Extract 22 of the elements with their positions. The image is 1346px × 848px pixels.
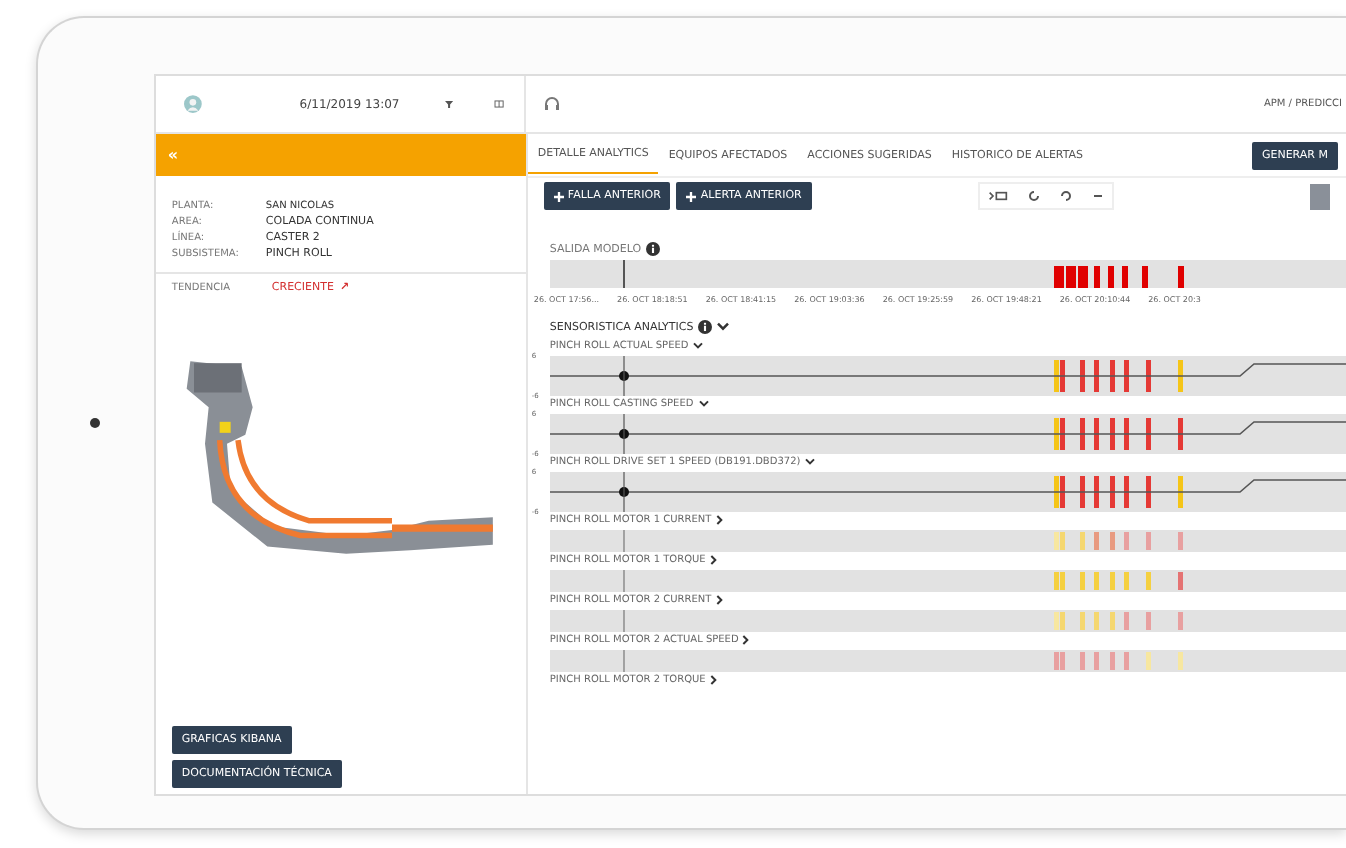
chevron-right-icon[interactable]: [715, 514, 724, 526]
zoom-out-icon[interactable]: [1091, 190, 1104, 202]
chevron-down-icon[interactable]: [697, 400, 710, 408]
chevron-down-icon[interactable]: [692, 342, 705, 350]
plus-icon: [553, 191, 564, 201]
undo-icon[interactable]: [1059, 190, 1072, 202]
fit-icon[interactable]: [987, 190, 1008, 202]
filter-icon[interactable]: [443, 96, 454, 112]
headset-icon[interactable]: [541, 94, 562, 114]
chevron-right-icon[interactable]: [709, 674, 718, 686]
panel-toggle-button[interactable]: [1310, 183, 1330, 209]
refresh-icon[interactable]: [1027, 190, 1040, 202]
chevron-right-icon[interactable]: [742, 634, 751, 646]
info-icon[interactable]: [697, 320, 712, 334]
panel-icon[interactable]: [493, 96, 504, 112]
chevron-down-icon[interactable]: [804, 458, 817, 466]
chevron-down-icon[interactable]: [715, 322, 730, 332]
home-button[interactable]: [90, 418, 101, 428]
info-icon[interactable]: [645, 242, 660, 256]
chevron-right-icon[interactable]: [715, 594, 724, 606]
chevron-right-icon[interactable]: [709, 554, 718, 566]
plus-icon: [686, 191, 697, 201]
